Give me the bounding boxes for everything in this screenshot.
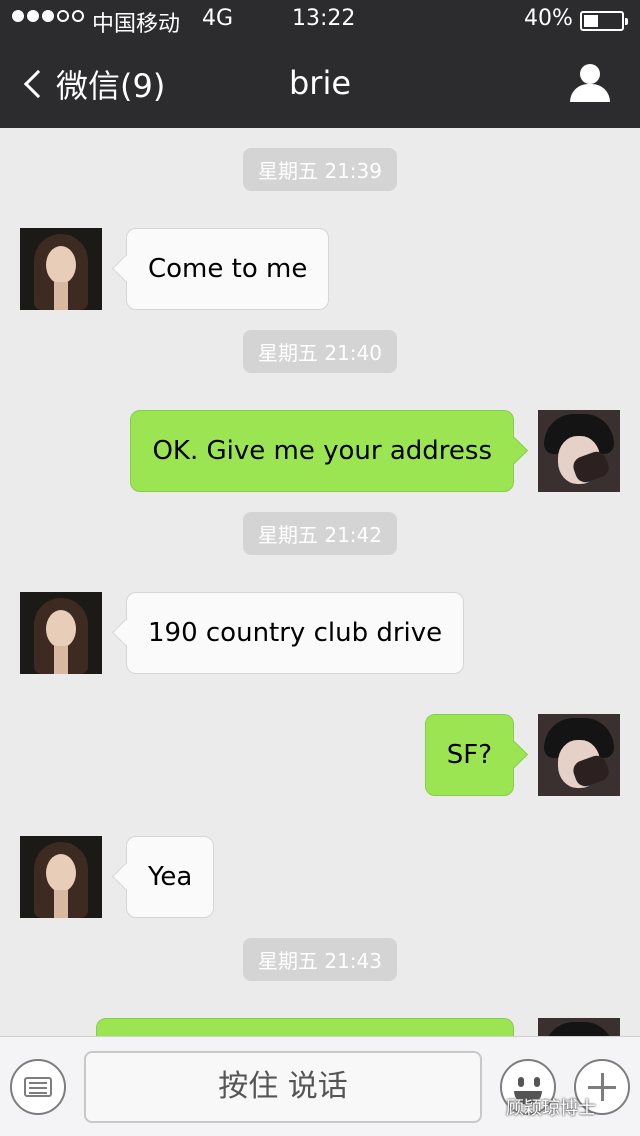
keyboard-icon[interactable]	[10, 1059, 66, 1115]
timestamp: 星期五 21:40	[243, 330, 397, 373]
contact-avatar[interactable]	[20, 228, 102, 310]
timestamp: 星期五 21:39	[243, 148, 397, 191]
status-time: 13:22	[292, 6, 356, 31]
my-avatar[interactable]	[538, 1018, 620, 1036]
my-avatar[interactable]	[538, 714, 620, 796]
network-type: 4G	[202, 6, 234, 31]
incoming-message[interactable]: Yea	[126, 836, 215, 918]
signal-strength-icon	[12, 10, 84, 22]
nav-bar: 微信(9) brie	[0, 44, 640, 128]
outgoing-message[interactable]	[96, 1018, 514, 1036]
outgoing-message[interactable]: OK. Give me your address	[130, 410, 514, 492]
my-avatar[interactable]	[538, 410, 620, 492]
battery-percent: 40%	[524, 6, 573, 31]
hold-to-talk-button[interactable]: 按住 说话	[84, 1051, 482, 1123]
timestamp: 星期五 21:42	[243, 512, 397, 555]
outgoing-message[interactable]: SF?	[424, 714, 514, 796]
contact-avatar[interactable]	[20, 836, 102, 918]
chat-title: brie	[288, 64, 352, 102]
top-bar: 中国移动 4G 13:22 40% 微信(9) brie	[0, 0, 640, 128]
carrier-name: 中国移动	[92, 12, 181, 37]
contact-avatar[interactable]	[20, 592, 102, 674]
timestamp: 星期五 21:43	[243, 938, 397, 981]
incoming-message[interactable]: 190 country club drive	[126, 592, 465, 674]
watermark: 顾颖琼博士	[506, 1098, 596, 1119]
input-bar: 按住 说话	[0, 1036, 640, 1136]
incoming-message[interactable]: Come to me	[126, 228, 330, 310]
person-icon[interactable]	[570, 64, 610, 104]
message-list[interactable]: 星期五 21:39 Come to me 星期五 21:40 OK. Give …	[0, 128, 640, 1036]
battery-icon	[580, 11, 628, 31]
status-bar: 中国移动 4G 13:22 40%	[0, 0, 640, 40]
